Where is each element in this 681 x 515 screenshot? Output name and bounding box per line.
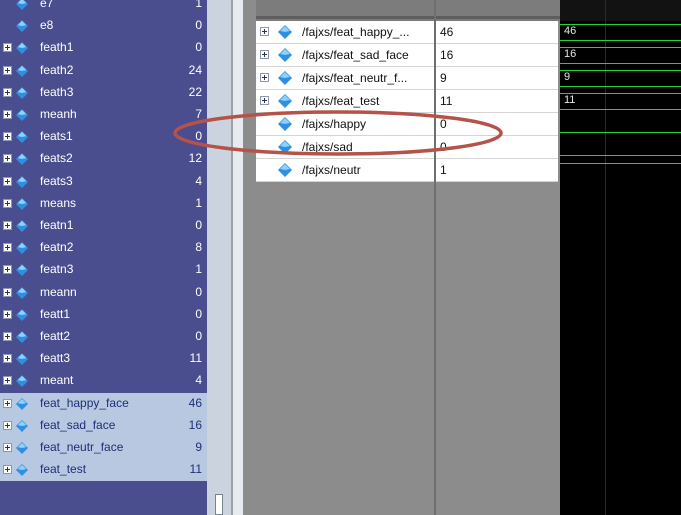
annotation-ellipse <box>173 110 503 156</box>
